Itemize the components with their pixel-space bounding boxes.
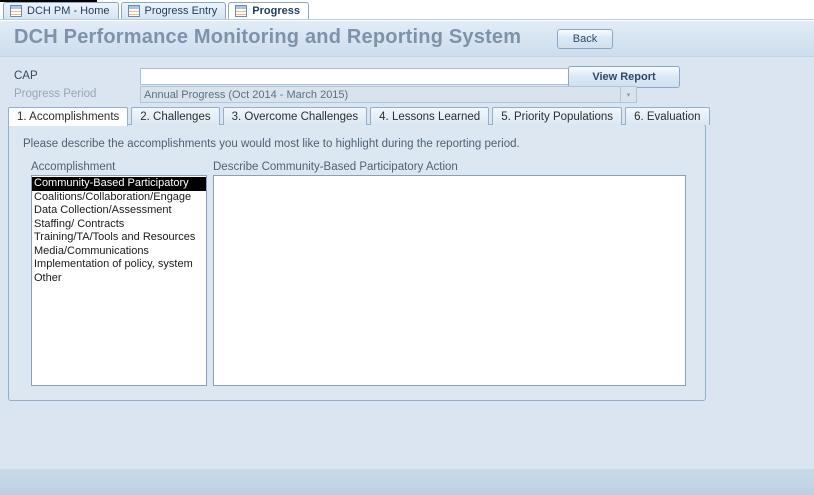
list-item[interactable]: Other xyxy=(32,272,206,286)
list-item[interactable]: Training/TA/Tools and Resources xyxy=(32,231,206,245)
back-button[interactable]: Back xyxy=(557,29,613,49)
form-icon xyxy=(10,5,22,17)
progress-period-combobox[interactable]: Annual Progress (Oct 2014 - March 2015) … xyxy=(140,86,637,103)
cap-label: CAP xyxy=(14,70,38,82)
doc-tab-progress-entry[interactable]: Progress Entry xyxy=(121,2,227,19)
accomplishment-list-label: Accomplishment xyxy=(31,161,115,173)
tab-overcome-challenges[interactable]: 3. Overcome Challenges xyxy=(223,107,368,125)
accomplishments-tab-page: Please describe the accomplishments you … xyxy=(8,124,706,401)
tab-accomplishments[interactable]: 1. Accomplishments xyxy=(8,107,128,126)
doc-tab-label: DCH PM - Home xyxy=(27,5,110,17)
tab-evaluation[interactable]: 6. Evaluation xyxy=(625,107,710,125)
document-tab-bar: DCH PM - Home Progress Entry Progress xyxy=(0,2,814,20)
doc-tab-label: Progress xyxy=(252,5,300,17)
list-item[interactable]: Staffing/ Contracts xyxy=(32,218,206,232)
doc-tab-dch-pm-home[interactable]: DCH PM - Home xyxy=(3,2,119,19)
doc-tab-label: Progress Entry xyxy=(145,5,218,17)
doc-tab-progress[interactable]: Progress xyxy=(228,2,309,19)
list-item[interactable]: Community-Based Participatory xyxy=(32,177,206,191)
list-item[interactable]: Media/Communications xyxy=(32,245,206,259)
form-header: DCH Performance Monitoring and Reporting… xyxy=(0,21,814,57)
describe-action-textarea[interactable] xyxy=(213,175,686,386)
bottom-status-strip xyxy=(0,469,814,495)
list-item[interactable]: Data Collection/Assessment xyxy=(32,204,206,218)
progress-period-label: Progress Period xyxy=(14,88,96,100)
chevron-down-icon: ▾ xyxy=(620,87,636,102)
form-body: CAP ▼ View Report Progress Period Annual… xyxy=(0,57,814,495)
cap-combobox[interactable]: ▼ xyxy=(140,68,637,85)
cap-combobox-value xyxy=(141,69,620,84)
progress-period-value: Annual Progress (Oct 2014 - March 2015) xyxy=(141,87,620,102)
section-tab-strip: 1. Accomplishments 2. Challenges 3. Over… xyxy=(8,107,713,125)
instruction-text: Please describe the accomplishments you … xyxy=(23,138,520,150)
view-report-button[interactable]: View Report xyxy=(568,66,680,88)
list-item[interactable]: Coalitions/Collaboration/Engage xyxy=(32,191,206,205)
tab-priority-populations[interactable]: 5. Priority Populations xyxy=(492,107,622,125)
page-title: DCH Performance Monitoring and Reporting… xyxy=(14,26,521,49)
form-icon xyxy=(235,5,247,17)
describe-label: Describe Community-Based Participatory A… xyxy=(213,161,458,173)
list-item[interactable]: Implementation of policy, system xyxy=(32,258,206,272)
tab-challenges[interactable]: 2. Challenges xyxy=(131,107,219,125)
application-window: DCH PM - Home Progress Entry Progress DC… xyxy=(0,0,814,495)
tab-lessons-learned[interactable]: 4. Lessons Learned xyxy=(370,107,489,125)
form-icon xyxy=(128,5,140,17)
accomplishment-listbox[interactable]: Community-Based Participatory Coalitions… xyxy=(31,175,207,386)
